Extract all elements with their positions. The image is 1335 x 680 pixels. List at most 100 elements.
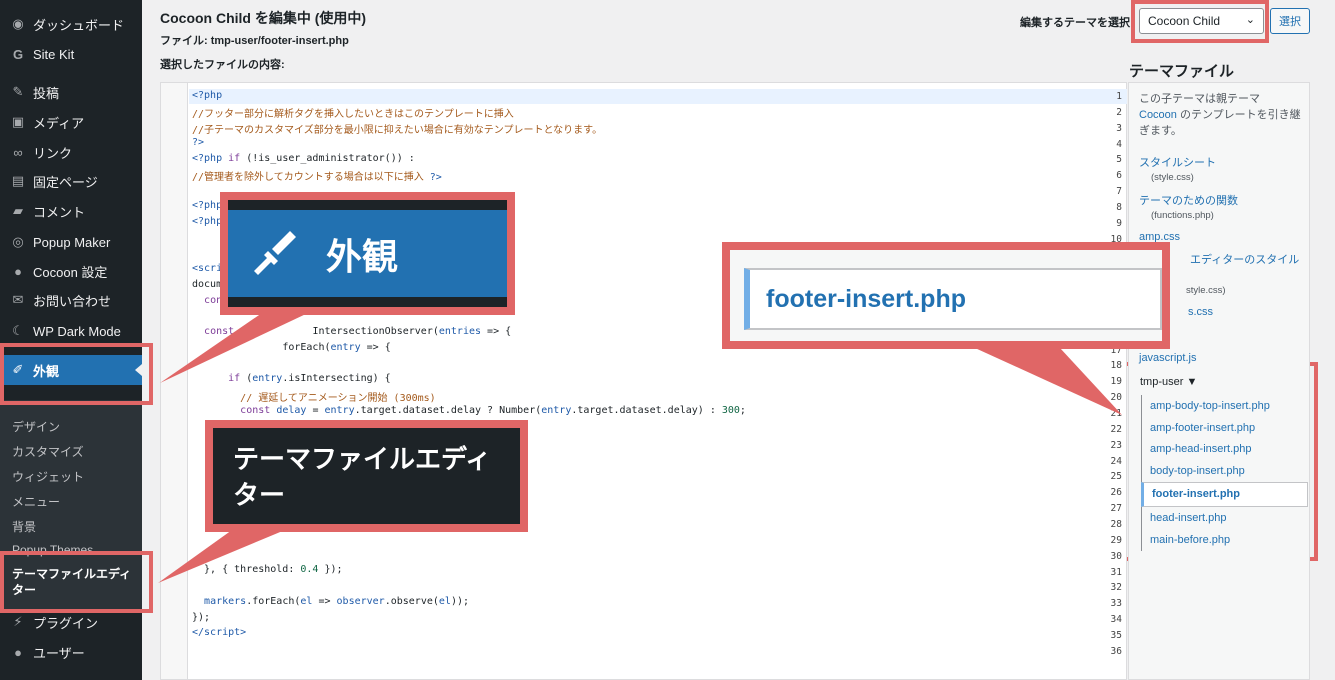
menu-sitekit[interactable]: G Site Kit <box>0 39 142 69</box>
menu-label: Popup Maker <box>33 234 111 250</box>
select-button[interactable]: 選択 <box>1270 8 1310 34</box>
code-editor[interactable]: <?php //フッター部分に解析タグを挿入したいときはこのテンプレートに挿入 … <box>160 82 1127 680</box>
parent-theme-link[interactable]: Cocoon <box>1139 109 1177 121</box>
sitekit-icon: G <box>12 46 24 62</box>
line-number: 34 <box>1110 614 1122 626</box>
theme-select-label: 編集するテーマを選択 <box>1020 17 1130 29</box>
code-line: <?php if (!is_user_administrator()) : <box>192 153 415 164</box>
callout-footer-file-text: footer-insert.php <box>744 268 1162 330</box>
line-number: 30 <box>1110 550 1122 562</box>
code-line: //子テーマのカスタマイズ部分を最小限に抑えたい場合に有効なテンプレートとなりま… <box>192 125 603 136</box>
line-number: 33 <box>1110 598 1122 610</box>
menu-label: ユーザー <box>33 645 85 661</box>
menu-wp-dark-mode[interactable]: ☾ WP Dark Mode <box>0 316 142 346</box>
line-number: 25 <box>1110 471 1122 483</box>
submenu-widgets[interactable]: ウィジェット <box>12 468 84 485</box>
line-number: 23 <box>1110 439 1122 451</box>
page-icon: ▤ <box>11 173 25 188</box>
media-icon: ▣ <box>11 114 25 129</box>
menu-pages[interactable]: ▤ 固定ページ <box>0 166 142 196</box>
tmp-file-item[interactable]: main-before.php <box>1141 529 1308 551</box>
callout-appearance-inner: 外観 <box>228 200 507 307</box>
menu-users[interactable]: ● ユーザー <box>0 637 142 667</box>
file-editor-style-link[interactable]: エディターのスタイル <box>1190 251 1299 267</box>
submenu-background[interactable]: 背景 <box>12 518 36 535</box>
file-stylesheet-link[interactable]: スタイルシート <box>1139 154 1216 170</box>
dashboard-icon: ◉ <box>12 16 24 31</box>
plugin-icon: ⚡ <box>13 614 23 629</box>
menu-label: コメント <box>33 204 86 220</box>
line-number: 29 <box>1110 534 1122 546</box>
tmp-file-item[interactable]: body-top-insert.php <box>1141 460 1308 482</box>
menu-label: プラグイン <box>33 615 99 631</box>
code-line: }, { threshold: 0.4 }); <box>192 564 343 575</box>
menu-label: 投稿 <box>33 85 60 101</box>
tmp-file-item-current[interactable]: footer-insert.php <box>1141 482 1308 507</box>
tmp-file-item[interactable]: head-insert.php <box>1141 507 1308 529</box>
tmp-file-item[interactable]: amp-footer-insert.php <box>1141 417 1308 439</box>
file-javascript-link[interactable]: javascript.js <box>1139 352 1196 364</box>
user-icon: ● <box>14 644 22 660</box>
link-icon: ∞ <box>13 144 23 160</box>
callout-theme-editor: テーマファイルエディター <box>205 420 528 532</box>
highlight-theme-editor <box>0 551 153 613</box>
menu-dashboard[interactable]: ◉ ダッシュボード <box>0 9 142 39</box>
code-line: <?php <box>192 200 223 211</box>
callout-theme-editor-text: テーマファイルエディター <box>213 428 520 524</box>
code-line: //フッター部分に解析タグを挿入したいときはこのテンプレートに挿入 <box>192 109 514 120</box>
code-line: <scri <box>192 263 223 274</box>
theme-files-heading: テーマファイル <box>1129 63 1235 80</box>
menu-media[interactable]: ▣ メディア <box>0 107 142 137</box>
code-line: // 遅延してアニメーション開始 (300ms) <box>240 393 436 404</box>
theme-select[interactable]: Cocoon Child ⌄ <box>1139 8 1264 34</box>
line-number: 8 <box>1116 201 1122 213</box>
page-title: Cocoon Child を編集中 (使用中) <box>160 10 367 26</box>
code-line: const ob IntersectionObserver(entries =>… <box>204 326 512 337</box>
line-number: 35 <box>1110 629 1122 641</box>
code-line: }); <box>192 612 211 623</box>
menu-posts[interactable]: ✎ 投稿 <box>0 77 142 107</box>
line-number: 26 <box>1110 487 1122 499</box>
highlight-appearance <box>0 343 153 405</box>
menu-comments[interactable]: ▰ コメント <box>0 196 142 226</box>
code-line: e forEach(entry => { <box>216 342 391 353</box>
file-functions-sub: (functions.php) <box>1151 210 1214 221</box>
code-line: <?php <box>192 216 223 227</box>
code-line: </script> <box>192 627 247 638</box>
code-line: if (entry.isIntersecting) { <box>228 373 391 384</box>
popup-icon: ◎ <box>12 234 24 249</box>
tmp-file-item[interactable]: amp-head-insert.php <box>1141 438 1308 460</box>
file-css-link[interactable]: s.css <box>1188 306 1213 318</box>
line-number: 5 <box>1116 154 1122 166</box>
line-number: 2 <box>1116 106 1122 118</box>
file-stylesheet-sub: (style.css) <box>1151 172 1194 183</box>
submenu-design[interactable]: デザイン <box>12 418 60 435</box>
callout-appearance-text: 外観 <box>326 235 399 277</box>
file-editor-style-sub: style.css) <box>1186 285 1226 296</box>
line-number: 7 <box>1116 186 1122 198</box>
file-functions-link[interactable]: テーマのための関数 <box>1139 192 1238 208</box>
mail-icon: ✉ <box>12 292 24 307</box>
menu-cocoon-settings[interactable]: ● Cocoon 設定 <box>0 256 142 286</box>
menu-label: メディア <box>33 115 85 131</box>
brush-icon <box>248 225 308 282</box>
comment-icon: ▰ <box>13 203 23 218</box>
line-number: 31 <box>1110 566 1122 578</box>
line-number: 20 <box>1110 392 1122 404</box>
menu-links[interactable]: ∞ リンク <box>0 137 142 167</box>
tmp-user-folder[interactable]: tmp-user ▼ <box>1140 376 1197 388</box>
menu-contact[interactable]: ✉ お問い合わせ <box>0 285 142 315</box>
menu-label: リンク <box>33 145 73 161</box>
submenu-menus[interactable]: メニュー <box>12 493 60 510</box>
callout-footer-inner: footer-insert.php <box>730 250 1162 341</box>
pin-icon: ✎ <box>12 84 24 99</box>
line-number: 32 <box>1110 582 1122 594</box>
tmp-file-item[interactable]: amp-body-top-insert.php <box>1141 395 1308 417</box>
menu-label: Site Kit <box>33 46 75 62</box>
line-number: 19 <box>1110 376 1122 388</box>
submenu-customize[interactable]: カスタマイズ <box>12 443 84 460</box>
menu-label: Cocoon 設定 <box>33 264 108 280</box>
code-line: <?php <box>192 90 223 101</box>
menu-popup-maker[interactable]: ◎ Popup Maker <box>0 227 142 257</box>
line-number: 24 <box>1110 455 1122 467</box>
